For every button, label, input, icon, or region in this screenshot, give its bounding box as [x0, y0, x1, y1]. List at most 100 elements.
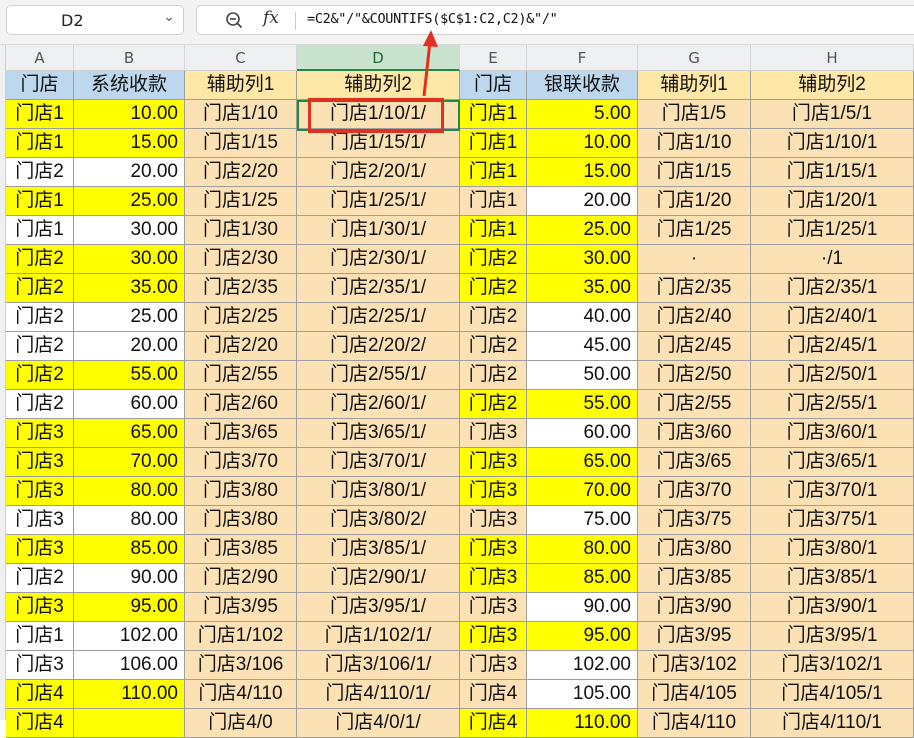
- cell-d[interactable]: 门店1/102/1/: [297, 622, 460, 651]
- cell-d[interactable]: 门店2/90/1/: [297, 564, 460, 593]
- cell-b[interactable]: 25.00: [74, 303, 185, 332]
- cell-b[interactable]: 20.00: [74, 332, 185, 361]
- cell-c[interactable]: 门店2/30: [185, 245, 297, 274]
- cell-c[interactable]: 门店2/90: [185, 564, 297, 593]
- cell-c[interactable]: 门店3/65: [185, 419, 297, 448]
- cell-b[interactable]: 95.00: [74, 593, 185, 622]
- cell-g[interactable]: 门店1/25: [638, 216, 751, 245]
- cell-a[interactable]: 门店3: [6, 535, 74, 564]
- cell-b[interactable]: 85.00: [74, 535, 185, 564]
- header-cell-f[interactable]: 银联收款: [527, 71, 638, 100]
- header-cell-h[interactable]: 辅助列2: [751, 71, 914, 100]
- cell-b[interactable]: 90.00: [74, 564, 185, 593]
- cell-c[interactable]: 门店3/85: [185, 535, 297, 564]
- cell-b[interactable]: 10.00: [74, 100, 185, 129]
- cell-h[interactable]: 门店2/35/1: [751, 274, 914, 303]
- cell-d[interactable]: 门店3/95/1/: [297, 593, 460, 622]
- cell-d[interactable]: 门店2/25/1/: [297, 303, 460, 332]
- header-cell-e[interactable]: 门店: [460, 71, 527, 100]
- cell-h[interactable]: 门店1/10/1: [751, 129, 914, 158]
- column-header-a[interactable]: A: [6, 45, 74, 71]
- cell-c[interactable]: 门店2/55: [185, 361, 297, 390]
- cell-c[interactable]: 门店1/102: [185, 622, 297, 651]
- column-header-f[interactable]: F: [527, 45, 638, 71]
- cell-d[interactable]: 门店2/20/2/: [297, 332, 460, 361]
- cell-b[interactable]: 20.00: [74, 158, 185, 187]
- column-header-h[interactable]: H: [751, 45, 914, 71]
- cell-b[interactable]: 55.00: [74, 361, 185, 390]
- cell-f[interactable]: 50.00: [527, 361, 638, 390]
- cell-a[interactable]: 门店3: [6, 506, 74, 535]
- cell-g[interactable]: 门店2/50: [638, 361, 751, 390]
- cell-d[interactable]: 门店2/55/1/: [297, 361, 460, 390]
- cell-a[interactable]: 门店2: [6, 303, 74, 332]
- cell-g[interactable]: 门店2/55: [638, 390, 751, 419]
- cell-b[interactable]: 106.00: [74, 651, 185, 680]
- cell-b[interactable]: 30.00: [74, 245, 185, 274]
- cell-d[interactable]: 门店2/60/1/: [297, 390, 460, 419]
- cell-g[interactable]: 门店1/15: [638, 158, 751, 187]
- cell-e[interactable]: 门店1: [460, 100, 527, 129]
- cell-e[interactable]: 门店3: [460, 419, 527, 448]
- cell-g[interactable]: 门店4/110: [638, 709, 751, 738]
- cell-e[interactable]: 门店1: [460, 158, 527, 187]
- cell-f[interactable]: 55.00: [527, 390, 638, 419]
- cell-c[interactable]: 门店1/25: [185, 187, 297, 216]
- cell-e[interactable]: 门店3: [460, 622, 527, 651]
- cell-h[interactable]: 门店1/5/1: [751, 100, 914, 129]
- cell-a[interactable]: 门店2: [6, 158, 74, 187]
- cell-d[interactable]: 门店3/80/2/: [297, 506, 460, 535]
- formula-text[interactable]: =C2&"/"&COUNTIFS($C$1:C2,C2)&"/": [307, 11, 558, 27]
- cell-f[interactable]: 70.00: [527, 477, 638, 506]
- cell-g[interactable]: ·: [638, 245, 751, 274]
- cell-g[interactable]: 门店3/70: [638, 477, 751, 506]
- cell-g[interactable]: 门店3/65: [638, 448, 751, 477]
- cell-g[interactable]: 门店3/85: [638, 564, 751, 593]
- cell-d[interactable]: 门店3/80/1/: [297, 477, 460, 506]
- cell-e[interactable]: 门店3: [460, 651, 527, 680]
- cell-f[interactable]: 95.00: [527, 622, 638, 651]
- cell-a[interactable]: 门店2: [6, 361, 74, 390]
- chevron-down-icon[interactable]: ⌄: [163, 9, 175, 25]
- cell-a[interactable]: 门店2: [6, 274, 74, 303]
- cell-c[interactable]: 门店4/0: [185, 709, 297, 738]
- cell-c[interactable]: 门店2/35: [185, 274, 297, 303]
- cell-e[interactable]: 门店3: [460, 448, 527, 477]
- cell-h[interactable]: 门店3/102/1: [751, 651, 914, 680]
- cell-c[interactable]: 门店3/80: [185, 477, 297, 506]
- cell-b[interactable]: 80.00: [74, 477, 185, 506]
- cell-g[interactable]: 门店3/75: [638, 506, 751, 535]
- cell-f[interactable]: 75.00: [527, 506, 638, 535]
- cell-a[interactable]: 门店1: [6, 129, 74, 158]
- cell-h[interactable]: 门店3/80/1: [751, 535, 914, 564]
- cell-a[interactable]: 门店3: [6, 593, 74, 622]
- cell-b[interactable]: 80.00: [74, 506, 185, 535]
- cell-a[interactable]: 门店2: [6, 332, 74, 361]
- cell-e[interactable]: 门店2: [460, 361, 527, 390]
- cell-h[interactable]: 门店3/75/1: [751, 506, 914, 535]
- cell-g[interactable]: 门店4/105: [638, 680, 751, 709]
- cell-c[interactable]: 门店3/80: [185, 506, 297, 535]
- cell-g[interactable]: 门店2/40: [638, 303, 751, 332]
- cell-c[interactable]: 门店2/20: [185, 158, 297, 187]
- cell-c[interactable]: 门店4/110: [185, 680, 297, 709]
- name-box[interactable]: D2 ⌄: [6, 5, 184, 35]
- cell-h[interactable]: 门店4/105/1: [751, 680, 914, 709]
- cell-a[interactable]: 门店3: [6, 419, 74, 448]
- cell-b[interactable]: 25.00: [74, 187, 185, 216]
- cell-b[interactable]: 35.00: [74, 274, 185, 303]
- cell-c[interactable]: 门店1/15: [185, 129, 297, 158]
- cell-g[interactable]: 门店3/60: [638, 419, 751, 448]
- cell-f[interactable]: 102.00: [527, 651, 638, 680]
- cell-e[interactable]: 门店3: [460, 593, 527, 622]
- cell-h[interactable]: 门店3/60/1: [751, 419, 914, 448]
- cell-h[interactable]: 门店3/90/1: [751, 593, 914, 622]
- cell-g[interactable]: 门店1/10: [638, 129, 751, 158]
- cell-h[interactable]: 门店2/40/1: [751, 303, 914, 332]
- cell-b[interactable]: 30.00: [74, 216, 185, 245]
- cell-d[interactable]: 门店3/70/1/: [297, 448, 460, 477]
- cell-h[interactable]: 门店2/45/1: [751, 332, 914, 361]
- cell-c[interactable]: 门店2/25: [185, 303, 297, 332]
- cell-f[interactable]: 30.00: [527, 245, 638, 274]
- cell-g[interactable]: 门店2/35: [638, 274, 751, 303]
